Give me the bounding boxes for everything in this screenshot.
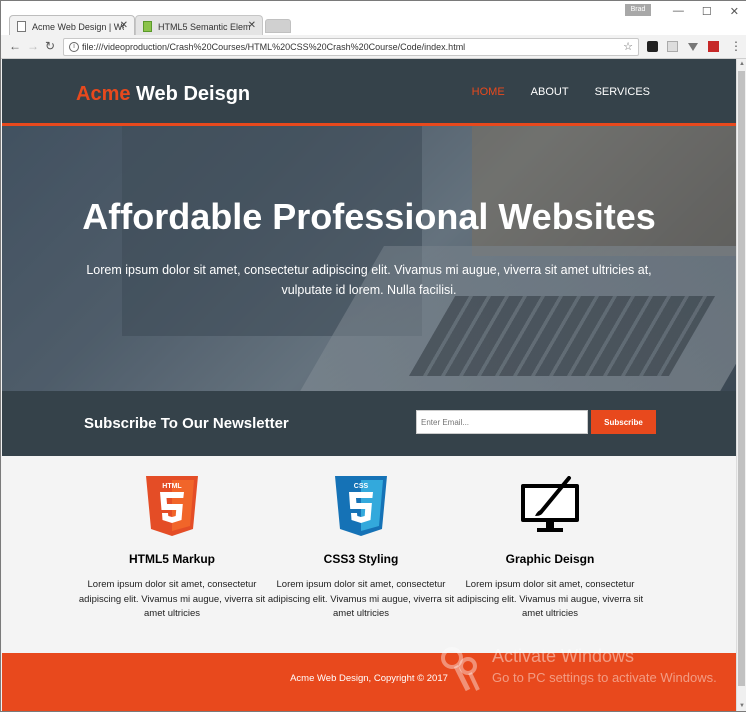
- minimize-icon[interactable]: —: [673, 5, 684, 18]
- subscribe-button[interactable]: Subscribe: [591, 410, 656, 434]
- showcase-section: Affordable Professional Websites Lorem i…: [2, 126, 736, 391]
- brand-rest: Web Deisgn: [130, 83, 251, 105]
- maximize-icon[interactable]: ☐: [702, 5, 712, 18]
- watermark-subtitle: Go to PC settings to activate Windows.: [492, 670, 717, 685]
- page-icon: [17, 21, 26, 32]
- box-text: Lorem ipsum dolor sit amet, consectetur …: [78, 579, 266, 619]
- page-viewport: Acme Web Deisgn HOME ABOUT SERVICES Affo…: [2, 59, 736, 711]
- keys-icon: [441, 647, 480, 692]
- nav-services[interactable]: SERVICES: [595, 86, 650, 98]
- main-nav: HOME ABOUT SERVICES: [472, 86, 650, 98]
- window-controls: — ☐ ✕: [673, 5, 739, 18]
- svg-text:HTML: HTML: [162, 483, 182, 490]
- email-input[interactable]: [416, 410, 588, 434]
- close-window-icon[interactable]: ✕: [730, 5, 739, 18]
- bookmark-star-icon[interactable]: ☆: [623, 39, 633, 55]
- box-title: HTML5 Markup: [128, 552, 215, 566]
- close-icon[interactable]: ✕: [248, 20, 256, 31]
- nav-about[interactable]: ABOUT: [531, 86, 569, 98]
- browser-window: Acme Web Design | Web ✕ HTML5 Semantic E…: [0, 0, 746, 712]
- tab-title: Acme Web Design | Web: [32, 21, 124, 32]
- tab-acme-web-design[interactable]: Acme Web Design | Web ✕: [9, 15, 135, 37]
- box-title: CSS3 Styling: [323, 552, 399, 566]
- nav-home[interactable]: HOME: [472, 86, 505, 98]
- box-title: Graphic Deisgn: [505, 552, 595, 566]
- boxes-section: HTML HTML5 Markup Lorem ipsum dolor sit …: [2, 456, 736, 653]
- new-tab-button[interactable]: [265, 19, 291, 33]
- newsletter-heading: Subscribe To Our Newsletter: [84, 415, 289, 432]
- favicon-icon: [143, 21, 152, 32]
- tab-strip: Acme Web Design | Web ✕ HTML5 Semantic E…: [1, 1, 746, 37]
- activate-windows-watermark: Activate Windows Go to PC settings to ac…: [438, 646, 738, 696]
- site-header: Acme Web Deisgn HOME ABOUT SERVICES: [2, 59, 736, 126]
- showcase-text: Lorem ipsum dolor sit amet, consectetur …: [86, 263, 652, 297]
- forward-arrow-icon[interactable]: →: [27, 39, 39, 53]
- vertical-scrollbar[interactable]: ▲ ▼: [736, 59, 746, 711]
- scrollbar-thumb[interactable]: [738, 71, 745, 686]
- box-text: Lorem ipsum dolor sit amet, consectetur …: [456, 579, 644, 619]
- scroll-up-arrow-icon[interactable]: ▲: [739, 61, 745, 67]
- watermark-title: Activate Windows: [492, 646, 635, 666]
- close-icon[interactable]: ✕: [120, 20, 128, 31]
- site-logo[interactable]: Acme Web Deisgn: [76, 83, 250, 106]
- browser-toolbar: ← → ↻ i file:///videoproduction/Crash%20…: [1, 35, 746, 59]
- brand-highlight: Acme: [76, 83, 131, 105]
- newsletter-section: Subscribe To Our Newsletter Subscribe: [2, 391, 736, 456]
- extension-icon[interactable]: [708, 41, 719, 52]
- address-bar[interactable]: i file:///videoproduction/Crash%20Course…: [63, 38, 639, 56]
- url-text: file:///videoproduction/Crash%20Courses/…: [82, 42, 466, 52]
- extension-icon[interactable]: [667, 41, 678, 52]
- user-badge[interactable]: Brad: [625, 4, 651, 16]
- menu-dots-icon[interactable]: ⋮: [730, 39, 742, 53]
- html5-logo-icon: HTML: [146, 476, 198, 536]
- extension-icon[interactable]: [688, 43, 698, 51]
- info-icon[interactable]: i: [69, 42, 79, 52]
- back-arrow-icon[interactable]: ←: [9, 39, 21, 53]
- css3-logo-icon: CSS: [335, 476, 387, 536]
- tab-title: HTML5 Semantic Elemen: [158, 21, 250, 32]
- monitor-brush-icon: [521, 476, 579, 532]
- svg-text:CSS: CSS: [354, 483, 369, 490]
- showcase-overlay: [2, 126, 736, 391]
- reload-icon[interactable]: ↻: [45, 39, 55, 53]
- showcase-title: Affordable Professional Websites: [82, 196, 656, 237]
- scroll-down-arrow-icon[interactable]: ▼: [739, 703, 745, 709]
- extension-icon[interactable]: [647, 41, 658, 52]
- tab-html5-semantic-elements[interactable]: HTML5 Semantic Elemen ✕: [135, 15, 263, 37]
- box-text: Lorem ipsum dolor sit amet, consectetur …: [267, 579, 455, 619]
